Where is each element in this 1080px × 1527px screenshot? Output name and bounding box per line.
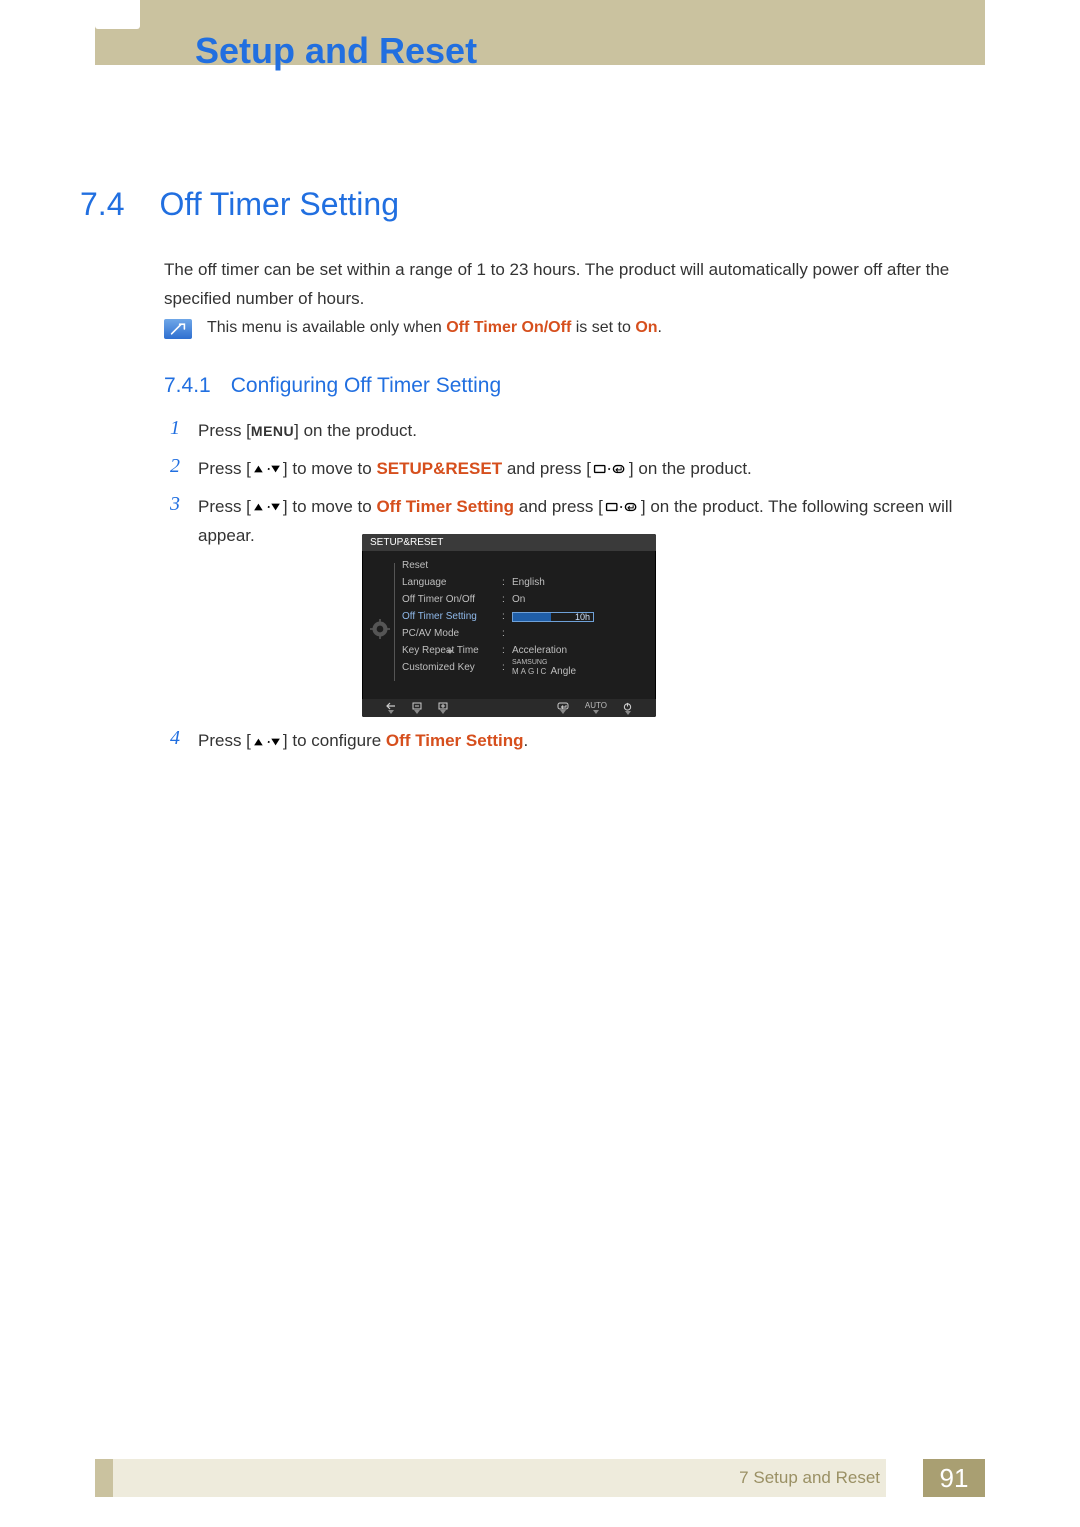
subsection-number: 7.4.1: [164, 374, 211, 398]
section-heading: 7.4 Off Timer Setting: [80, 186, 399, 223]
footer-accent: [95, 1459, 113, 1497]
note-bold-2: On: [635, 319, 657, 336]
up-down-icon: [251, 736, 283, 748]
step-number: 4: [164, 727, 180, 750]
select-enter-icon: [603, 501, 641, 513]
osd-navbar: AUTO: [362, 699, 656, 717]
select-enter-icon: [591, 463, 629, 475]
osd-row-off-onoff: Off Timer On/Off:On: [402, 591, 646, 608]
section-title: Off Timer Setting: [159, 186, 399, 223]
target-label: Off Timer Setting: [376, 497, 514, 516]
note-text: This menu is available only when Off Tim…: [207, 319, 662, 337]
nav-power-icon: [623, 702, 632, 715]
nav-minus-icon: [412, 702, 422, 714]
osd-slider: 10h: [512, 612, 594, 622]
osd-nav-left: [386, 702, 448, 714]
magic-label: MAGIC: [512, 667, 548, 676]
section-number: 7.4: [80, 186, 124, 223]
step-number: 3: [164, 493, 180, 516]
osd-row-keyrepeat: Key Repeat Time:Acceleration: [402, 642, 646, 659]
header-tab: [95, 0, 140, 29]
up-down-icon: [251, 501, 283, 513]
osd-row-language: Language:English: [402, 574, 646, 591]
osd-screenshot: SETUP&RESET Reset Language:English Off T…: [362, 534, 656, 717]
osd-row-reset: Reset: [402, 557, 646, 574]
osd-title: SETUP&RESET: [362, 534, 656, 551]
samsung-label: SAMSUNG: [512, 659, 576, 666]
note-icon: [164, 319, 192, 339]
nav-plus-icon: [438, 702, 448, 714]
subsection-title: Configuring Off Timer Setting: [231, 374, 501, 398]
footer-page-number: 91: [923, 1459, 985, 1497]
osd-body: Reset Language:English Off Timer On/Off:…: [362, 551, 656, 676]
step-text: Press [] to move to SETUP&RESET and pres…: [198, 455, 964, 484]
nav-enter-icon: [557, 702, 569, 714]
menu-glyph: MENU: [251, 423, 294, 439]
note-mid: is set to: [571, 319, 635, 336]
nav-auto-label: AUTO: [585, 702, 607, 714]
subsection-heading: 7.4.1 Configuring Off Timer Setting: [164, 374, 501, 398]
osd-row-off-setting: Off Timer Setting: 10h: [402, 608, 646, 625]
osd-row-custkey: Customized Key: SAMSUNG MAGIC Angle: [402, 659, 646, 676]
step-1: 1 Press [MENU] on the product.: [164, 417, 964, 446]
osd-nav-right: AUTO: [557, 702, 632, 715]
note-row: This menu is available only when Off Tim…: [164, 319, 662, 339]
step-number: 1: [164, 417, 180, 440]
up-down-icon: [251, 463, 283, 475]
note-suffix: .: [658, 319, 662, 336]
step-2: 2 Press [] to move to SETUP&RESET and pr…: [164, 455, 964, 484]
chevron-down-icon: [447, 650, 453, 654]
note-prefix: This menu is available only when: [207, 319, 446, 336]
intro-paragraph: The off timer can be set within a range …: [164, 256, 964, 314]
note-bold-1: Off Timer On/Off: [446, 319, 571, 336]
nav-prev-icon: [386, 702, 396, 714]
osd-tree-line: [394, 563, 400, 681]
target-label: SETUP&RESET: [376, 459, 502, 478]
step-text: Press [] to configure Off Timer Setting.: [198, 727, 964, 756]
gear-icon: [370, 619, 390, 639]
step-text: Press [MENU] on the product.: [198, 417, 964, 446]
footer-chapter-ref: 7 Setup and Reset: [739, 1468, 880, 1488]
chapter-title: Setup and Reset: [195, 30, 477, 72]
step-number: 2: [164, 455, 180, 478]
step-4: 4 Press [] to configure Off Timer Settin…: [164, 727, 964, 765]
osd-row-pcav: PC/AV Mode:: [402, 625, 646, 642]
target-label: Off Timer Setting: [386, 731, 524, 750]
